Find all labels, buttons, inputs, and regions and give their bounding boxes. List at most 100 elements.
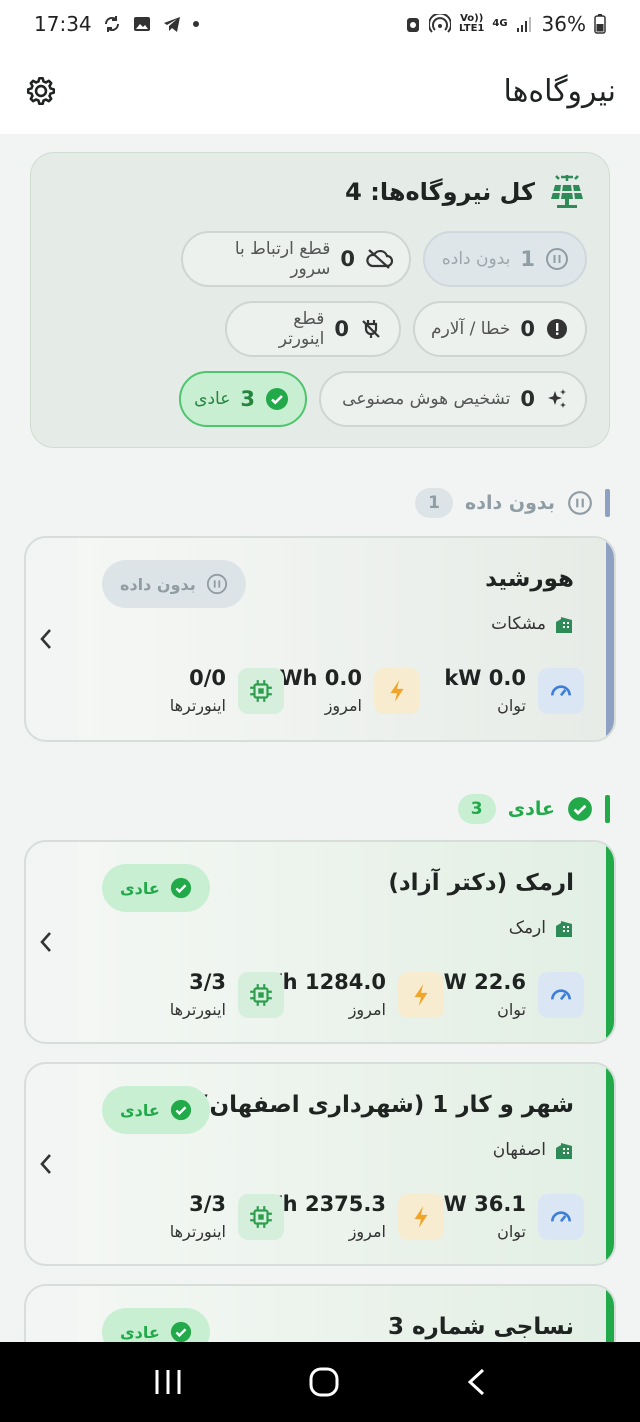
section-label: عادی — [507, 798, 555, 820]
chip-error-alarm[interactable]: 0 خطا / آلارم — [413, 301, 587, 357]
metric-label: اینورترها — [169, 1000, 226, 1019]
sparkle-icon — [545, 387, 569, 411]
status-badge-label: بدون داده — [120, 574, 196, 594]
check-circle-icon — [265, 387, 289, 411]
chip-normal-count: 3 — [240, 387, 255, 411]
lightning-icon — [398, 972, 444, 1018]
summary-title: کل نیروگاه‌ها: 4 — [345, 178, 535, 206]
status-badge-label: عادی — [120, 1322, 160, 1342]
metric-label: اینورترها — [169, 1222, 226, 1241]
gear-icon[interactable] — [24, 74, 58, 108]
chevron-left-icon[interactable] — [34, 1150, 58, 1178]
pause-circle-icon — [567, 490, 593, 516]
card-accent — [606, 1064, 614, 1264]
metric-value: kW 22.6 — [430, 970, 526, 994]
metric-label: امروز — [348, 1222, 386, 1241]
chip-icon — [238, 972, 284, 1018]
gallery-icon — [132, 14, 152, 34]
telegram-icon — [162, 14, 182, 34]
metric-inverters: 0/0 اینورترها — [170, 666, 284, 715]
volte-line2: LTE1 — [459, 23, 485, 34]
status-badge-label: عادی — [120, 1100, 160, 1120]
alert-circle-icon — [545, 317, 569, 341]
app-bar: نیروگاه‌ها — [0, 48, 640, 134]
chevron-left-icon[interactable] — [34, 928, 58, 956]
chip-no-data-count: 1 — [520, 247, 535, 271]
chip-icon — [238, 668, 284, 714]
card-accent — [606, 842, 614, 1042]
chip-inverter-label: قطع اینورتر — [278, 309, 325, 349]
battery-icon — [594, 14, 606, 34]
metric-inverters: 3/3 اینورترها — [170, 970, 284, 1019]
summary-total: 4 — [345, 178, 362, 206]
metric-power: kW 0.0 توان — [444, 666, 584, 715]
page-title: نیروگاه‌ها — [503, 73, 616, 109]
metric-number: 0.0 — [488, 666, 526, 690]
status-badge-label: عادی — [120, 878, 160, 898]
status-right: Vo)) LTE1 4G 36% — [405, 12, 606, 36]
metric-today: kWh 0.0 امروز — [265, 666, 420, 715]
volte-indicator: Vo)) LTE1 — [459, 14, 484, 34]
plant-card[interactable]: هورشید مشکات بدون داده kW 0.0 توان kWh 0.… — [24, 536, 616, 742]
metric-label: امروز — [348, 1000, 386, 1019]
chip-ai-count: 0 — [520, 387, 535, 411]
card-accent — [606, 1286, 614, 1342]
plant-name: نساجی شماره 3 — [387, 1314, 574, 1340]
check-circle-icon — [170, 877, 192, 899]
plant-name: ارمک (دکتر آزاد) — [388, 870, 574, 896]
solar-panel-icon — [549, 175, 585, 209]
plant-card[interactable]: ارمک (دکتر آزاد) ارمک عادی kW 22.6 توان k… — [24, 840, 616, 1044]
chip-ai-label: تشخیص هوش مصنوعی — [342, 389, 511, 409]
chip-ai-diagnosis[interactable]: 0 تشخیص هوش مصنوعی — [319, 371, 587, 427]
chip-server-count: 0 — [340, 247, 355, 271]
metric-number: 36.1 — [474, 1192, 526, 1216]
chip-server-label: قطع ارتباط با سرور — [234, 239, 331, 279]
metric-label: توان — [497, 1000, 526, 1019]
status-bar: 17:34 Vo)) LTE1 4G 36% — [0, 0, 640, 48]
metric-label: امروز — [324, 696, 362, 715]
chip-inverter-count: 0 — [334, 317, 349, 341]
chip-server-disconnect[interactable]: 0 قطع ارتباط با سرور — [181, 231, 411, 287]
chip-normal[interactable]: 3 عادی — [179, 371, 307, 427]
card-accent — [606, 538, 614, 740]
status-badge: عادی — [102, 1308, 210, 1342]
chevron-left-icon[interactable] — [34, 625, 58, 653]
building-icon — [554, 918, 574, 938]
back-icon[interactable] — [465, 1367, 487, 1397]
metric-value: 3/3 — [189, 1192, 226, 1216]
gauge-icon — [538, 1194, 584, 1240]
chip-no-data[interactable]: 1 بدون داده — [423, 231, 587, 287]
metric-label: توان — [497, 1222, 526, 1241]
system-nav-bar — [0, 1342, 640, 1422]
status-badge: بدون داده — [102, 560, 246, 608]
plant-location-text: مشکات — [491, 614, 546, 634]
metric-label: توان — [497, 696, 526, 715]
check-circle-icon — [170, 1321, 192, 1342]
section-label: بدون داده — [465, 492, 555, 514]
plant-card[interactable]: شهر و کار 1 (شهرداری اصفهان) اصفهان عادی… — [24, 1062, 616, 1266]
pause-circle-icon — [206, 573, 228, 595]
cloud-off-icon — [365, 247, 393, 271]
summary-title-text: کل نیروگاه‌ها: — [370, 178, 535, 206]
main-content[interactable]: کل نیروگاه‌ها: 4 1 بدون داده 0 قطع ارتبا… — [0, 134, 640, 1342]
lightning-icon — [398, 1194, 444, 1240]
alarm-icon — [405, 14, 421, 34]
section-header-no-data: بدون داده 1 — [415, 488, 610, 518]
building-icon — [554, 614, 574, 634]
plant-location: اصفهان — [493, 1140, 574, 1160]
plant-card[interactable]: نساجی شماره 3 عادی — [24, 1284, 616, 1342]
section-count: 1 — [415, 488, 454, 518]
gauge-icon — [538, 668, 584, 714]
check-circle-icon — [170, 1099, 192, 1121]
home-icon[interactable] — [308, 1366, 340, 1398]
plant-name: هورشید — [485, 566, 574, 592]
chip-inverter-disconnect[interactable]: 0 قطع اینورتر — [225, 301, 401, 357]
plant-location-text: اصفهان — [492, 1140, 546, 1160]
recent-apps-icon[interactable] — [153, 1368, 183, 1396]
metric-unit: kW — [444, 666, 482, 690]
metric-label: اینورترها — [169, 696, 226, 715]
pause-circle-icon — [545, 247, 569, 271]
section-bar — [605, 795, 610, 823]
plug-off-icon — [359, 317, 383, 341]
plant-name: شهر و کار 1 (شهرداری اصفهان) — [199, 1092, 574, 1118]
